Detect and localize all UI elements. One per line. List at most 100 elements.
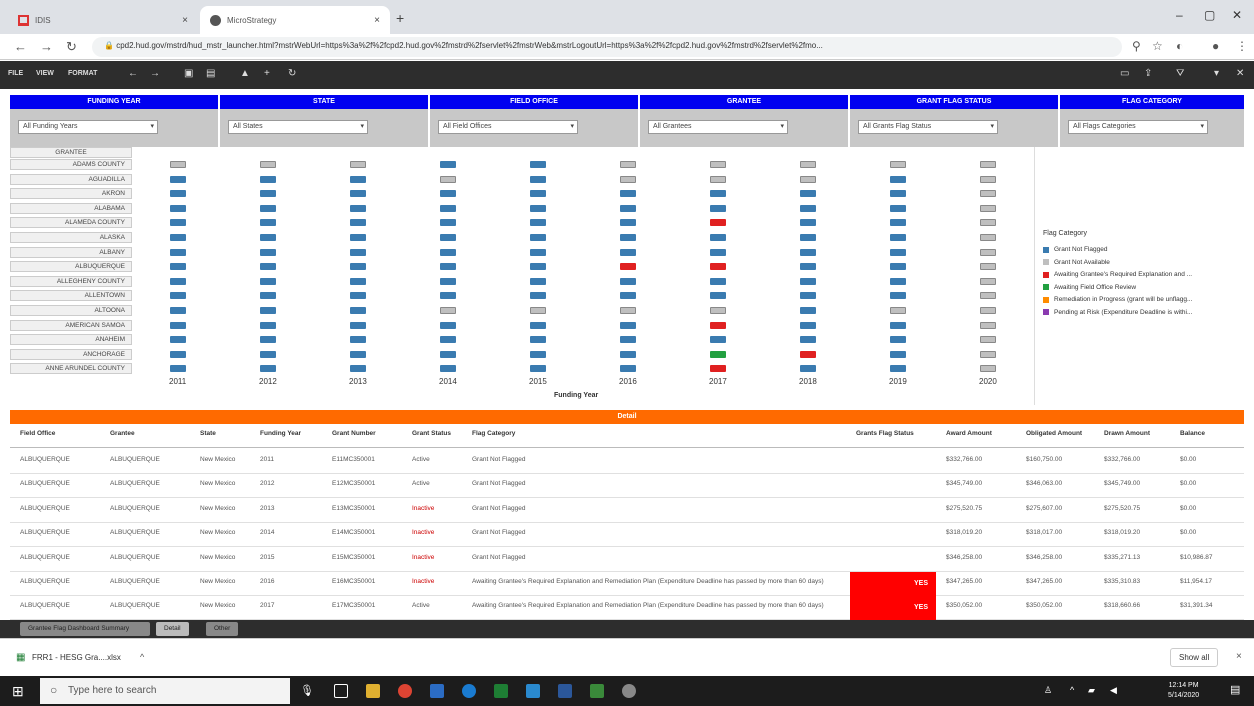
grid-cell[interactable] [530, 365, 546, 373]
grid-cell[interactable] [620, 190, 636, 198]
grid-cell[interactable] [800, 292, 816, 300]
close-panel-icon[interactable]: ✕ [1236, 68, 1244, 79]
microphone-icon[interactable]: 🎙 [300, 684, 314, 697]
grid-cell[interactable] [890, 307, 906, 314]
grid-cell[interactable] [350, 307, 366, 314]
reload-icon[interactable]: ↻ [66, 39, 77, 55]
outlook-icon[interactable] [430, 684, 444, 698]
grid-cell[interactable] [800, 175, 816, 183]
legend-item[interactable]: Awaiting Grantee's Required Explanation … [1043, 271, 1243, 278]
grid-cell[interactable] [170, 321, 186, 329]
url-field[interactable]: 🔒 cpd2.hud.gov/mstrd/hud_mstr_launcher.h… [92, 37, 1122, 57]
grid-cell[interactable] [170, 336, 186, 344]
grid-cell[interactable] [260, 190, 276, 198]
minimize-icon[interactable]: – [1176, 8, 1183, 22]
grid-cell[interactable] [350, 292, 366, 300]
grid-cell[interactable] [890, 365, 906, 373]
filter-icon[interactable]: ⛛ [1176, 68, 1184, 79]
maximize-icon[interactable]: ▢ [1204, 8, 1215, 22]
grid-cell[interactable] [890, 321, 906, 329]
grid-cell[interactable] [530, 292, 546, 300]
grid-cell[interactable] [800, 321, 816, 329]
grid-cell[interactable] [260, 161, 276, 168]
grid-cell[interactable] [440, 234, 456, 241]
grantee-label[interactable]: AMERICAN SAMOA [10, 319, 132, 331]
grid-cell[interactable] [980, 336, 996, 344]
grid-cell[interactable] [170, 277, 186, 285]
grid-cell[interactable] [350, 204, 366, 212]
grid-cell[interactable] [980, 175, 996, 183]
grid-cell[interactable] [710, 263, 726, 271]
grid-cell[interactable] [440, 336, 456, 344]
grid-cell[interactable] [890, 292, 906, 300]
grid-cell[interactable] [440, 277, 456, 285]
grid-cell[interactable] [440, 175, 456, 183]
grid-cell[interactable] [980, 161, 996, 168]
grid-cell[interactable] [620, 277, 636, 285]
grid-cell[interactable] [530, 248, 546, 256]
column-header[interactable]: Grant Number [332, 430, 407, 437]
sheet-tab-detail[interactable]: Detail [156, 622, 189, 636]
grid-cell[interactable] [260, 175, 276, 183]
forward-icon[interactable]: → [40, 39, 53, 54]
grid-cell[interactable] [800, 161, 816, 168]
grid-cell[interactable] [890, 161, 906, 168]
clock[interactable]: 12:14 PM 5/14/2020 [1168, 681, 1199, 701]
grid-cell[interactable] [170, 248, 186, 256]
grid-cell[interactable] [980, 219, 996, 227]
grid-cell[interactable] [890, 350, 906, 358]
grid-cell[interactable] [440, 350, 456, 358]
grid-cell[interactable] [890, 219, 906, 227]
grantee-label[interactable]: ALAMEDA COUNTY [10, 217, 132, 229]
chevron-up-icon[interactable]: ^ [140, 652, 144, 662]
people-icon[interactable]: ♙ [1044, 685, 1052, 696]
grid-cell[interactable] [800, 263, 816, 271]
grid-cell[interactable] [530, 175, 546, 183]
grantee-label[interactable]: Anaheim [10, 334, 132, 346]
grid-cell[interactable] [710, 292, 726, 300]
grid-cell[interactable] [800, 248, 816, 256]
share-icon[interactable]: ⇪ [1144, 68, 1152, 79]
grid-cell[interactable] [170, 350, 186, 358]
grid-cell[interactable] [260, 219, 276, 227]
grid-cell[interactable] [530, 307, 546, 314]
grid-cell[interactable] [350, 277, 366, 285]
field-office-select[interactable]: All Field Offices ▾ [438, 120, 578, 134]
grid-cell[interactable] [710, 248, 726, 256]
column-header[interactable]: Grant Status [412, 430, 467, 437]
grid-cell[interactable] [620, 161, 636, 168]
notes-icon[interactable] [590, 684, 604, 698]
grid-cell[interactable] [260, 248, 276, 256]
grid-cell[interactable] [980, 234, 996, 241]
grid-cell[interactable] [260, 204, 276, 212]
file-explorer-icon[interactable] [366, 684, 380, 698]
grid-cell[interactable] [800, 350, 816, 358]
flag-category-select[interactable]: All Flags Categories ▾ [1068, 120, 1208, 134]
grid-cell[interactable] [800, 365, 816, 373]
column-header[interactable]: State [200, 430, 255, 437]
grid-cell[interactable] [620, 292, 636, 300]
grid-cell[interactable] [710, 175, 726, 183]
legend-item[interactable]: Grant Not Available [1043, 259, 1243, 266]
grid-cell[interactable] [440, 292, 456, 300]
grid-cell[interactable] [260, 336, 276, 344]
grid-cell[interactable] [440, 161, 456, 168]
table-row[interactable]: ALBUQUERQUE ALBUQUERQUE New Mexico 2015 E15M… [10, 548, 1244, 572]
grid-cell[interactable] [800, 277, 816, 285]
add-icon[interactable]: + [264, 68, 270, 79]
grid-cell[interactable] [350, 190, 366, 198]
app-icon[interactable] [622, 684, 636, 698]
grid-cell[interactable] [440, 307, 456, 314]
grid-cell[interactable] [530, 234, 546, 241]
grid-cell[interactable] [800, 234, 816, 241]
table-row[interactable]: ALBUQUERQUE ALBUQUERQUE New Mexico 2014 E14M… [10, 523, 1244, 548]
close-tab-icon[interactable]: × [374, 15, 380, 26]
grid-cell[interactable] [800, 204, 816, 212]
grantee-label[interactable]: ALASKA [10, 232, 132, 243]
legend-item[interactable]: Awaiting Field Office Review [1043, 284, 1243, 291]
show-all-button[interactable]: Show all [1170, 648, 1219, 667]
grid-cell[interactable] [530, 321, 546, 329]
grid-cell[interactable] [890, 175, 906, 183]
grid-cell[interactable] [260, 234, 276, 241]
grid-cell[interactable] [440, 248, 456, 256]
